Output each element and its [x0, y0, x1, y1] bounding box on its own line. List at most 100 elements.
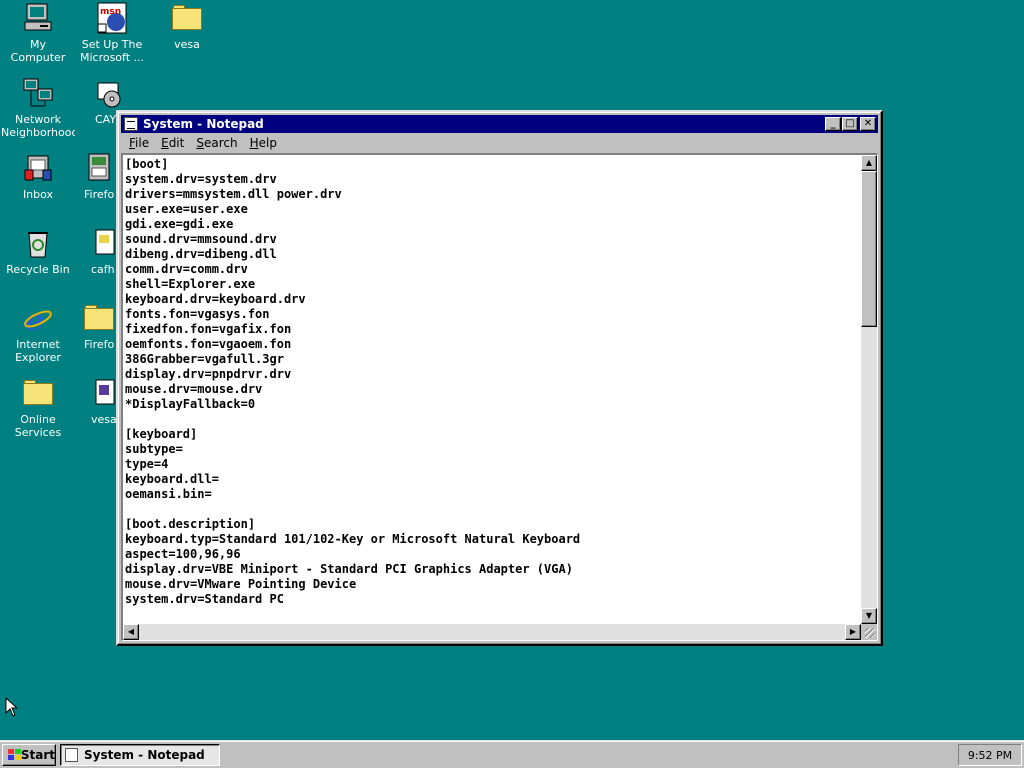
- text-line: mouse.drv=VMware Pointing Device: [125, 577, 357, 591]
- text-line: *DisplayFallback=0: [125, 397, 256, 411]
- desktop-icon-recycle-bin[interactable]: Recycle Bin: [1, 227, 75, 276]
- start-button[interactable]: Start: [2, 744, 56, 766]
- text-line: fixedfon.fon=vgafix.fon: [125, 322, 292, 336]
- text-line: system.drv=system.drv: [125, 172, 277, 186]
- desktop-icon-label: Inbox: [22, 188, 54, 201]
- window-title: System - Notepad: [143, 117, 264, 131]
- setup-disc-icon: [94, 77, 126, 109]
- menu-help[interactable]: Help: [244, 136, 283, 150]
- text-line: keyboard.drv=keyboard.drv: [125, 292, 306, 306]
- text-line: comm.drv=comm.drv: [125, 262, 248, 276]
- taskbar-button-notepad[interactable]: System - Notepad: [60, 744, 220, 766]
- text-line: [boot.description]: [125, 517, 256, 531]
- scroll-up-button[interactable]: ▲: [861, 155, 877, 171]
- desktop-icon-vesa-folder[interactable]: vesa: [150, 2, 224, 51]
- menu-search[interactable]: Search: [190, 136, 243, 150]
- maximize-icon: □: [845, 118, 855, 129]
- taskbar: Start System - Notepad 9:52 PM: [0, 740, 1024, 768]
- text-line: mouse.drv=mouse.drv: [125, 382, 263, 396]
- mouse-cursor-icon: [5, 697, 17, 717]
- inbox-icon: [22, 152, 54, 184]
- text-line: oemfonts.fon=vgaoem.fon: [125, 337, 292, 351]
- maximize-button[interactable]: □: [842, 117, 858, 131]
- text-line: subtype=: [125, 442, 183, 456]
- text-line: type=4: [125, 457, 169, 471]
- folder-icon: [83, 302, 115, 334]
- text-line: user.exe=user.exe: [125, 202, 248, 216]
- close-button[interactable]: ✕: [860, 117, 876, 131]
- text-editor[interactable]: [boot] system.drv=system.drv drivers=mmsys…: [121, 153, 878, 641]
- system-tray: 9:52 PM: [958, 744, 1022, 766]
- installer-icon: [83, 152, 115, 184]
- text-line: display.drv=pnpdrvr.drv: [125, 367, 292, 381]
- text-line: display.drv=VBE Miniport - Standard PCI …: [125, 562, 573, 576]
- scroll-right-button[interactable]: ▶: [845, 624, 861, 640]
- clock[interactable]: 9:52 PM: [968, 749, 1012, 762]
- desktop-icon-firefox-installer[interactable]: Firefox 1_5_: [82, 152, 116, 201]
- text-line: [keyboard]: [125, 427, 198, 441]
- close-icon: ✕: [863, 118, 873, 129]
- folder-icon: [22, 377, 54, 409]
- arrow-down-icon: ▼: [865, 611, 873, 620]
- desktop-icon-label: My Computer: [10, 38, 66, 64]
- text-line: [125, 412, 863, 427]
- text-line: shell=Explorer.exe: [125, 277, 256, 291]
- text-line: keyboard.typ=Standard 101/102-Key or Mic…: [125, 532, 581, 546]
- desktop-icon-label: Set Up The Microsoft ...: [79, 38, 145, 64]
- arrow-up-icon: ▲: [865, 158, 873, 167]
- internet-explorer-icon: e: [22, 302, 54, 338]
- notepad-icon: [124, 117, 138, 131]
- desktop-icon-label: Online Services: [14, 413, 62, 439]
- desktop-icon-label: Firefox 1_5_: [84, 188, 114, 201]
- desktop-icon-my-computer[interactable]: My Computer: [1, 2, 75, 64]
- text-line: 386Grabber=vgafull.3gr: [125, 352, 284, 366]
- folder-icon: [171, 2, 203, 34]
- text-line: [125, 502, 863, 517]
- text-line: oemansi.bin=: [125, 487, 212, 501]
- horizontal-scrollbar[interactable]: ◀ ▶: [123, 624, 861, 640]
- desktop-icon-internet-explorer[interactable]: e Internet Explorer: [1, 302, 75, 364]
- window-titlebar[interactable]: System - Notepad _ □ ✕: [121, 115, 878, 133]
- menu-bar: File Edit Search Help: [121, 133, 878, 153]
- svg-text:msn: msn: [100, 7, 121, 17]
- desktop-icon-label: Internet Explorer: [15, 338, 61, 364]
- arrow-right-icon: ▶: [849, 627, 857, 636]
- vertical-scrollbar[interactable]: ▲ ▼: [861, 155, 877, 624]
- minimize-button[interactable]: _: [825, 117, 841, 131]
- notepad-icon: [65, 748, 78, 762]
- text-line: dibeng.drv=dibeng.dll: [125, 247, 277, 261]
- scroll-down-button[interactable]: ▼: [861, 608, 877, 624]
- desktop-icon-label: Recycle Bin: [6, 263, 70, 276]
- network-icon: [22, 77, 54, 109]
- notepad-window[interactable]: System - Notepad _ □ ✕ File Edit Search …: [116, 110, 883, 646]
- vertical-scroll-thumb[interactable]: [861, 171, 877, 327]
- windows-logo-icon: [6, 748, 21, 762]
- document-text[interactable]: [boot] system.drv=system.drv drivers=mmsys…: [125, 157, 863, 621]
- desktop-icon-inbox[interactable]: Inbox: [1, 152, 75, 201]
- msn-setup-icon: msn: [96, 2, 128, 34]
- text-line: aspect=100,96,96: [125, 547, 241, 561]
- text-line: [boot]: [125, 157, 169, 171]
- scroll-left-button[interactable]: ◀: [123, 624, 139, 640]
- text-line: sound.drv=mmsound.drv: [125, 232, 277, 246]
- menu-file[interactable]: File: [123, 136, 155, 150]
- taskbar-button-label: System - Notepad: [84, 748, 205, 762]
- arrow-left-icon: ◀: [127, 627, 135, 636]
- text-line: gdi.exe=gdi.exe: [125, 217, 234, 231]
- desktop-icon-network-neighborhood[interactable]: Network Neighborhood: [1, 77, 75, 139]
- recycle-bin-icon: [22, 227, 54, 259]
- size-grip[interactable]: [861, 624, 877, 640]
- computer-icon: [22, 2, 54, 34]
- desktop-icon-firefox-folder[interactable]: Firefox 1_5_: [82, 302, 116, 351]
- text-line: keyboard.dll=: [125, 472, 219, 486]
- menu-edit[interactable]: Edit: [155, 136, 190, 150]
- desktop-icon-label: vesa: [174, 38, 200, 51]
- minimize-icon: _: [830, 118, 836, 129]
- text-line: system.drv=Standard PC: [125, 592, 284, 606]
- desktop-icon-label: Network Neighborhood: [1, 113, 75, 139]
- text-line: drivers=mmsystem.dll power.drv: [125, 187, 342, 201]
- desktop-icon-msn-setup[interactable]: msn Set Up The Microsoft ...: [75, 2, 149, 64]
- desktop-icon-label: Firefox 1_5_: [84, 338, 114, 351]
- text-line: fonts.fon=vgasys.fon: [125, 307, 270, 321]
- desktop-icon-online-services[interactable]: Online Services: [1, 377, 75, 439]
